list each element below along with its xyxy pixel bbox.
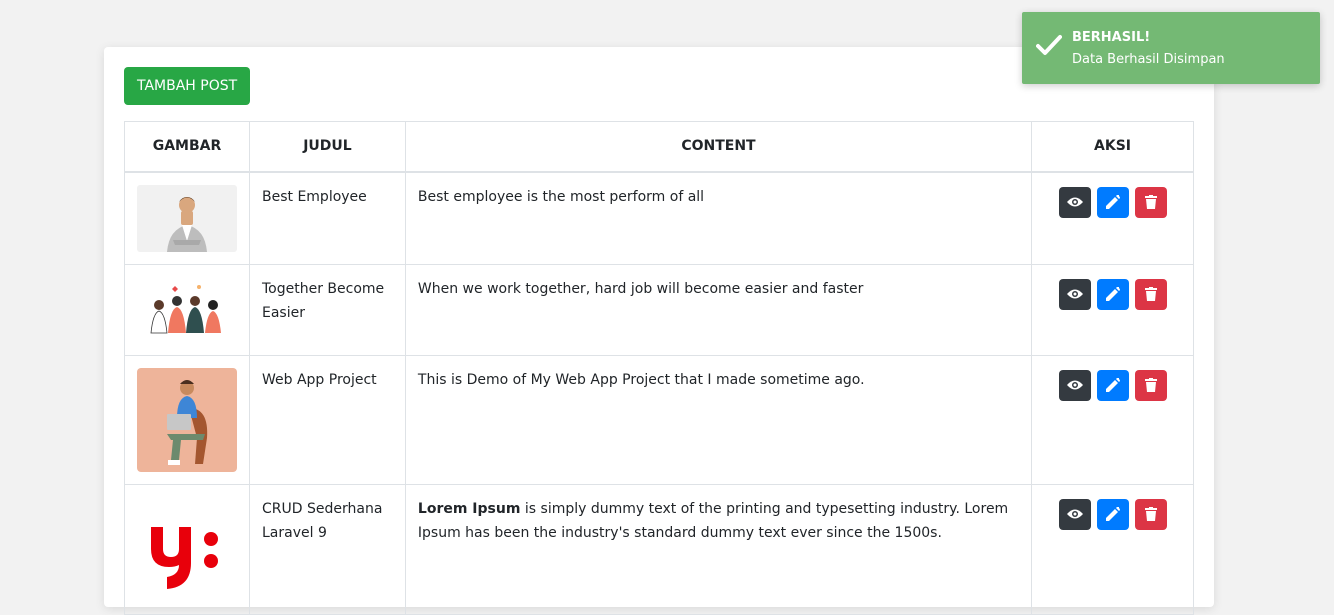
eye-icon [1066, 509, 1083, 519]
view-button[interactable] [1058, 369, 1091, 401]
image-cell [124, 263, 250, 356]
delete-button[interactable] [1134, 369, 1167, 401]
row-title-line: Together Become [262, 280, 385, 297]
team-illustration-thumbnail [137, 276, 237, 343]
table-row: CRUD Sederhana Laravel 9 Lorem Ipsum is … [124, 483, 1194, 615]
checkmark-icon [1036, 35, 1062, 55]
header-judul: JUDUL [249, 121, 406, 173]
image-cell [124, 483, 250, 615]
title-cell: Web App Project [249, 354, 406, 485]
row-title: Web App Project [262, 371, 377, 388]
title-cell: Together Become Easier [249, 263, 406, 356]
edit-button[interactable] [1096, 498, 1129, 530]
trash-icon [1144, 195, 1157, 209]
eye-icon [1066, 197, 1083, 207]
content-cell: This is Demo of My Web App Project that … [404, 354, 1033, 485]
actions-cell [1031, 263, 1194, 356]
actions-cell [1031, 354, 1194, 485]
toast-title: BERHASIL! [1072, 30, 1151, 45]
posts-card: TAMBAH POST GAMBAR JUDUL CONTENT AKSI Be… [104, 47, 1214, 615]
toast-message: Data Berhasil Disimpan [1072, 52, 1225, 67]
pencil-icon [1105, 507, 1120, 521]
row-title-line: Laravel 9 [262, 524, 327, 541]
table-header-row: GAMBAR JUDUL CONTENT AKSI [124, 121, 1194, 173]
title-cell: CRUD Sederhana Laravel 9 [249, 483, 406, 615]
edit-button[interactable] [1096, 369, 1129, 401]
header-content: CONTENT [404, 121, 1033, 173]
table-row: Best Employee Best employee is the most … [124, 171, 1194, 265]
title-cell: Best Employee [249, 171, 406, 265]
image-cell [124, 354, 250, 485]
image-cell [124, 171, 250, 265]
row-content: When we work together, hard job will bec… [417, 280, 864, 297]
trash-icon [1144, 287, 1157, 301]
content-cell: Best employee is the most perform of all [404, 171, 1033, 265]
header-aksi: AKSI [1031, 121, 1194, 173]
row-content: Best employee is the most perform of all [417, 188, 705, 205]
actions-cell [1031, 483, 1194, 615]
eye-icon [1066, 380, 1083, 390]
content-cell: Lorem Ipsum is simply dummy text of the … [404, 483, 1033, 615]
add-post-button[interactable]: TAMBAH POST [124, 67, 251, 105]
edit-button[interactable] [1096, 186, 1129, 218]
view-button[interactable] [1058, 278, 1091, 310]
red-logo-thumbnail [137, 496, 237, 601]
row-content: This is Demo of My Web App Project that … [417, 371, 865, 388]
delete-button[interactable] [1134, 186, 1167, 218]
row-content-bold: Lorem Ipsum [417, 500, 521, 517]
header-gambar: GAMBAR [124, 121, 250, 173]
row-title-line: CRUD Sederhana [262, 500, 383, 517]
actions-cell [1031, 171, 1194, 265]
table-row: Together Become Easier When we work toge… [124, 263, 1194, 356]
delete-button[interactable] [1134, 278, 1167, 310]
laptop-character-thumbnail [137, 367, 237, 472]
trash-icon [1144, 507, 1157, 521]
eye-icon [1066, 289, 1083, 299]
pencil-icon [1105, 195, 1120, 209]
row-title: Best Employee [262, 188, 367, 205]
pencil-icon [1105, 378, 1120, 392]
success-toast[interactable]: BERHASIL! Data Berhasil Disimpan [1022, 12, 1320, 84]
row-title-line: Easier [262, 304, 305, 321]
trash-icon [1144, 378, 1157, 392]
view-button[interactable] [1058, 498, 1091, 530]
posts-table: GAMBAR JUDUL CONTENT AKSI Best Employee … [124, 121, 1194, 615]
view-button[interactable] [1058, 186, 1091, 218]
edit-button[interactable] [1096, 278, 1129, 310]
table-row: Web App Project This is Demo of My Web A… [124, 354, 1194, 485]
pencil-icon [1105, 287, 1120, 301]
content-cell: When we work together, hard job will bec… [404, 263, 1033, 356]
delete-button[interactable] [1134, 498, 1167, 530]
person-in-suit-thumbnail [137, 184, 237, 252]
